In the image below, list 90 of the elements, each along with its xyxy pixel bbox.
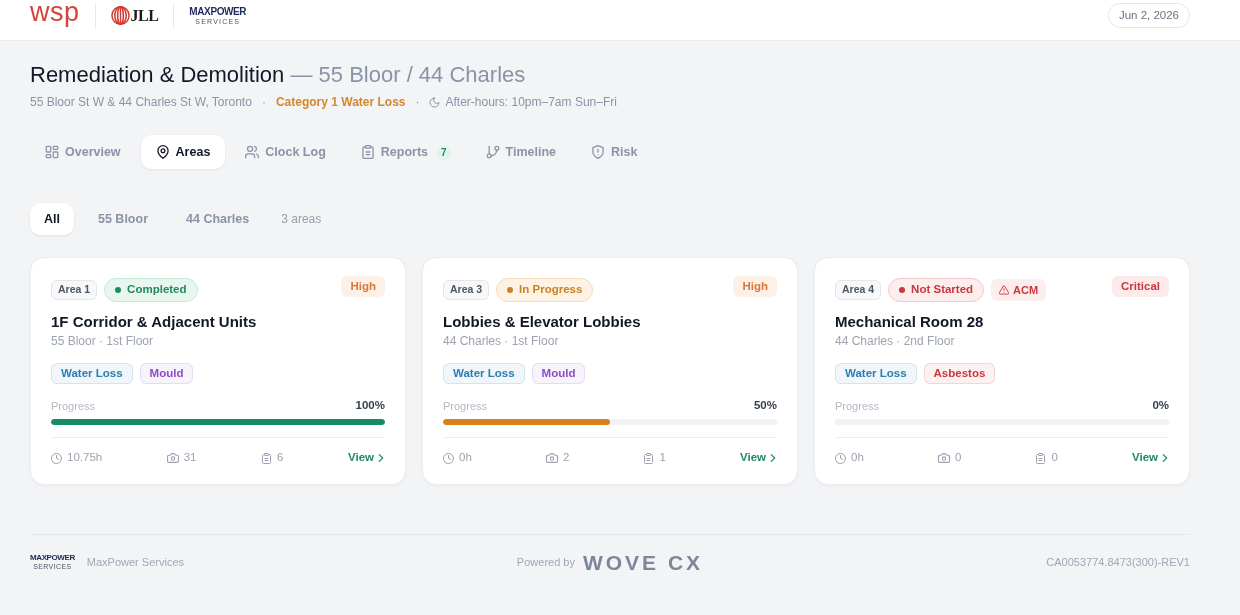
photo-count: 2 — [562, 450, 570, 466]
logo-text: MAXPOWER — [189, 6, 247, 17]
progress-value: 50% — [753, 398, 777, 414]
grid-icon — [45, 145, 59, 159]
tab[interactable]: Areas — [140, 135, 226, 169]
tab[interactable]: Reports 7 — [345, 135, 466, 169]
status-dot-icon — [899, 287, 906, 293]
clipboard-icon — [360, 145, 375, 159]
camera-icon — [166, 452, 179, 464]
hazard-tag: Asbestos — [923, 363, 996, 384]
view-link[interactable]: View — [1132, 449, 1169, 467]
address-text: 55 Bloor St W & 44 Charles St W, Toronto — [30, 94, 252, 110]
separator-dot: · — [415, 94, 420, 110]
area-title: Mechanical Room 28 — [835, 313, 985, 331]
chevron-icon — [1161, 454, 1169, 462]
area-title: Lobbies & Elevator Lobbies — [443, 313, 642, 331]
warning-icon — [999, 285, 1010, 295]
status-label: In Progress — [519, 282, 583, 298]
status-label: Not Started — [911, 282, 974, 298]
logo-text: JLL — [130, 7, 159, 24]
clock-icon — [51, 452, 62, 464]
hours-value: 0h — [459, 450, 472, 466]
hours-value: 10.75h — [67, 450, 103, 466]
camera-icon — [545, 452, 558, 464]
filter-tab[interactable]: 55 Bloor — [84, 203, 162, 235]
status-dot-icon — [507, 287, 514, 293]
status-label: Completed — [127, 282, 187, 298]
progress-value: 0% — [1152, 398, 1169, 414]
area-number: Area 3 — [443, 280, 490, 300]
tab[interactable]: Timeline — [470, 135, 572, 169]
filter-tab[interactable]: 44 Charles — [172, 203, 264, 235]
status-dot-icon — [115, 287, 122, 293]
clipboard-icon — [1035, 452, 1047, 464]
area-location: 44 Charles · 2nd Floor — [835, 333, 956, 349]
view-link[interactable]: View — [348, 449, 385, 467]
document-code: CA0053774.8473(300)-REV1 — [1046, 554, 1190, 570]
hazard-tag: Water Loss — [51, 363, 133, 384]
date-label: Jun 2, 2026 — [1107, 3, 1190, 28]
moon-icon — [429, 96, 441, 108]
hazard-tag: Mould — [531, 363, 586, 384]
progress-label: Progress — [443, 398, 488, 414]
logo-text: MAXPOWER — [30, 554, 75, 562]
clipboard-icon — [643, 452, 655, 464]
priority-badge: Critical — [1112, 276, 1169, 297]
hazard-label: ACM — [1013, 282, 1039, 298]
company-name: MaxPower Services — [86, 554, 184, 570]
page-title: Remediation & Demolition — 55 Bloor / 44 Charles — [30, 61, 527, 89]
count-badge: 7 — [437, 144, 451, 160]
filter-tab[interactable]: All — [30, 203, 74, 235]
chevron-icon — [769, 454, 777, 462]
report-count: 6 — [277, 450, 284, 466]
clipboard-icon — [261, 452, 273, 464]
photo-count: 0 — [954, 450, 962, 466]
separator-dot: · — [261, 94, 266, 110]
powered-by-text: Powered by — [516, 554, 575, 570]
hours-value: 0h — [851, 450, 864, 466]
tab[interactable]: Clock Log — [230, 135, 341, 169]
map-pin-icon — [155, 145, 170, 159]
priority-badge: High — [341, 276, 385, 297]
priority-badge: High — [733, 276, 777, 297]
progress-label: Progress — [51, 398, 96, 414]
clock-icon — [443, 452, 454, 464]
progress-value: 100% — [355, 398, 385, 414]
progress-label: Progress — [835, 398, 880, 414]
report-count: 1 — [659, 450, 666, 466]
report-count: 0 — [1051, 450, 1058, 466]
category-text: Category 1 Water Loss — [275, 94, 406, 110]
camera-icon — [937, 452, 950, 464]
hazard-tag: Mould — [139, 363, 194, 384]
schedule-text: After-hours: 10pm–7am Sun–Fri — [445, 94, 617, 110]
area-number: Area 1 — [51, 280, 98, 300]
chevron-icon — [377, 454, 385, 462]
tab[interactable]: Risk — [576, 135, 653, 169]
shield-icon — [591, 145, 606, 159]
branch-icon — [485, 145, 500, 159]
area-location: 44 Charles · 1st Floor — [443, 333, 560, 349]
tab[interactable]: Overview — [30, 135, 136, 169]
clock-icon — [835, 452, 846, 464]
logo-text: wsp — [30, 0, 80, 26]
area-count: 3 areas — [281, 211, 322, 228]
hazard-tag: Water Loss — [835, 363, 917, 384]
view-link[interactable]: View — [740, 449, 777, 467]
hazard-tag: Water Loss — [443, 363, 525, 384]
striped-oval-icon — [110, 6, 130, 25]
area-number: Area 4 — [835, 280, 882, 300]
area-location: 55 Bloor · 1st Floor — [51, 333, 155, 349]
users-icon — [245, 145, 260, 159]
area-title: 1F Corridor & Adjacent Units — [51, 313, 258, 331]
brand-logo-text: WOVE CX — [582, 551, 704, 573]
photo-count: 31 — [183, 450, 197, 466]
